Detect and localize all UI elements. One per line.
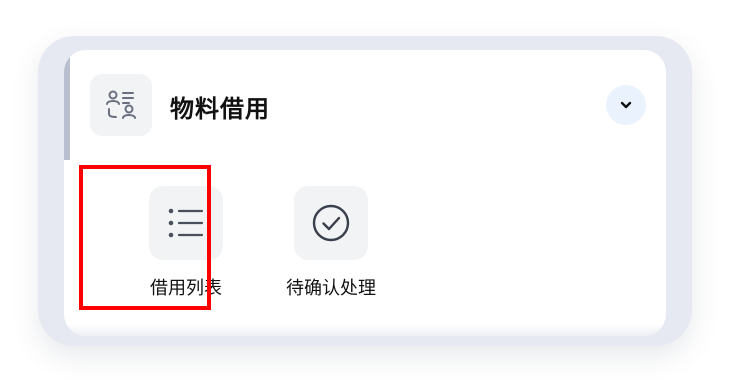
action-grid: 借用列表 待确认处理 [64,186,666,326]
section-title: 物料借用 [170,95,270,123]
check-circle-icon [294,186,368,260]
collapse-button[interactable] [606,85,646,125]
section-header: 物料借用 [90,74,646,136]
page: 物料借用 借用列表 待确认处理 [0,0,730,380]
card-accent-bar [64,50,70,160]
pending-confirm-button[interactable]: 待确认处理 [266,186,396,300]
chevron-down-icon [620,101,632,109]
list-icon [149,186,223,260]
pending-confirm-label: 待确认处理 [286,278,376,299]
phone-frame: 物料借用 借用列表 待确认处理 [38,36,692,346]
borrow-list-button[interactable]: 借用列表 [121,186,251,300]
section-card: 物料借用 借用列表 待确认处理 [64,50,666,336]
borrow-list-label: 借用列表 [150,278,222,299]
user-list-icon [90,74,152,136]
card-bottom-edge [64,324,666,336]
